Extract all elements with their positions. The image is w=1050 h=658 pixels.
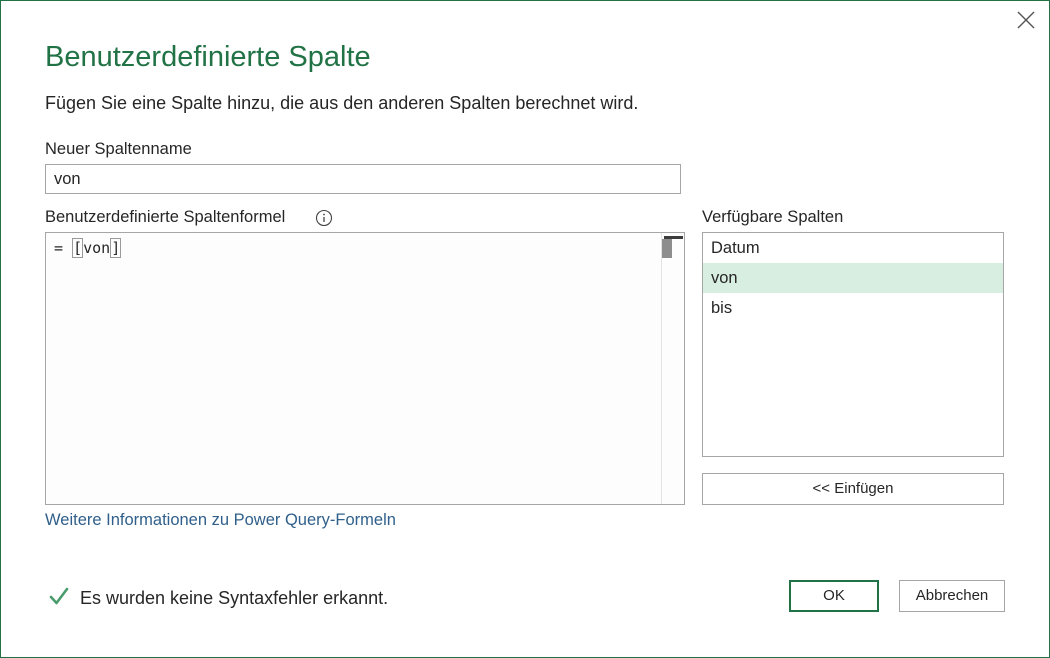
formula-prefix: = [54,239,73,257]
insert-button[interactable]: << Einfügen [702,473,1004,505]
formula-label: Benutzerdefinierte Spaltenformel [45,208,286,226]
available-columns-label: Verfügbare Spalten [702,208,844,226]
available-columns-list[interactable]: Datum von bis [702,232,1004,457]
column-name-input[interactable] [45,164,681,194]
ok-button[interactable]: OK [789,580,879,612]
info-icon[interactable] [315,209,333,227]
close-icon[interactable] [1013,7,1039,33]
formula-column-ref: von [83,239,111,257]
formula-open-bracket: [ [72,238,84,258]
column-item-bis[interactable]: bis [703,293,1003,323]
formula-text[interactable]: = [von] [54,238,122,258]
dialog-title: Benutzerdefinierte Spalte [45,41,371,73]
help-link[interactable]: Weitere Informationen zu Power Query-For… [45,511,396,530]
formula-close-bracket: ] [110,238,122,258]
formula-scrollbar[interactable] [661,233,684,504]
syntax-status-text: Es wurden keine Syntaxfehler erkannt. [80,588,389,608]
cancel-button[interactable]: Abbrechen [899,580,1005,612]
column-item-von[interactable]: von [703,263,1003,293]
dialog-subtitle: Fügen Sie eine Spalte hinzu, die aus den… [45,93,639,113]
column-name-label: Neuer Spaltenname [45,140,192,158]
custom-column-dialog: Benutzerdefinierte Spalte Fügen Sie eine… [0,0,1050,658]
checkmark-icon [49,587,69,605]
scrollbar-thumb[interactable] [662,239,672,258]
formula-editor[interactable]: = [von] [45,232,685,505]
column-item-datum[interactable]: Datum [703,233,1003,263]
